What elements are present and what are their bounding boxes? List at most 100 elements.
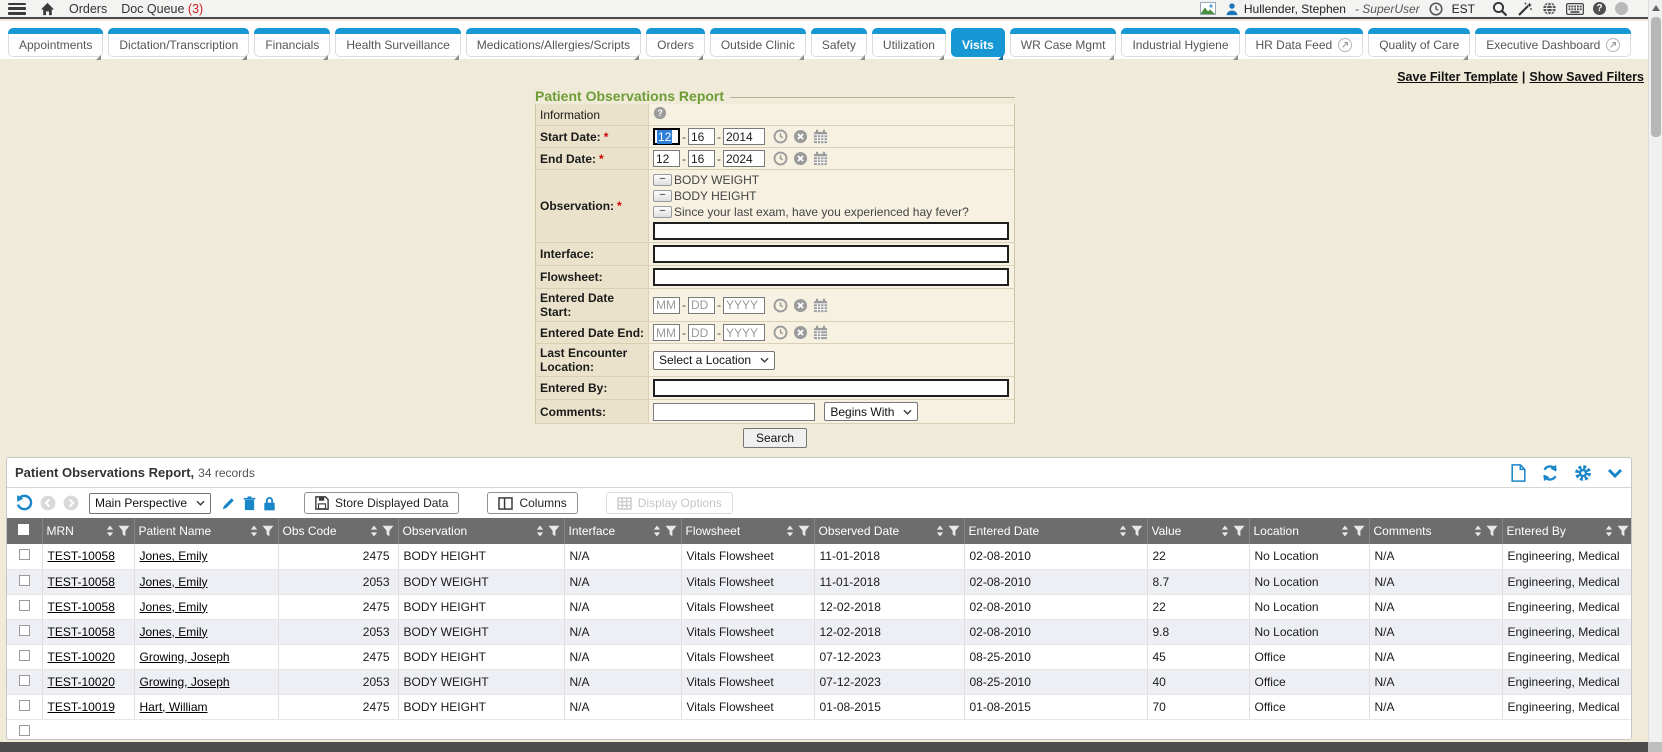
filter-icon[interactable] [798,525,810,537]
new-document-icon[interactable] [1511,464,1526,482]
filter-icon[interactable] [548,525,560,537]
module-tab[interactable]: Orders [646,28,705,57]
module-tab[interactable]: Executive Dashboard [1475,28,1631,57]
sort-icon[interactable] [1474,525,1482,537]
filter-icon[interactable] [948,525,960,537]
sort-icon[interactable] [1119,525,1127,537]
row-checkbox[interactable] [19,575,30,586]
patient-name-link[interactable]: Growing, Joseph [140,675,230,689]
patient-name-link[interactable]: Jones, Emily [140,575,208,589]
store-displayed-data-button[interactable]: Store Displayed Data [304,492,459,514]
clear-date-icon[interactable] [793,325,808,340]
image-icon[interactable] [1200,2,1216,15]
calendar-icon[interactable] [813,325,828,340]
column-header[interactable]: Comments [1369,518,1502,544]
module-tab[interactable]: Utilization [872,28,946,57]
patient-name-link[interactable]: Jones, Emily [140,625,208,639]
show-saved-filters-link[interactable]: Show Saved Filters [1529,70,1644,84]
flowsheet-input[interactable] [653,268,1009,286]
column-header[interactable]: MRN [42,518,134,544]
end-date-day-input[interactable]: 16 [688,150,715,167]
columns-button[interactable]: Columns [487,492,577,514]
module-tab[interactable]: WR Case Mgmt [1010,28,1117,57]
mrn-link[interactable]: TEST-10058 [48,575,115,589]
edit-perspective-icon[interactable] [221,496,236,511]
filter-icon[interactable] [1617,525,1629,537]
module-tab[interactable]: Financials [254,28,330,57]
calendar-icon[interactable] [813,298,828,313]
entered-start-month-input[interactable]: MM [653,297,680,314]
column-header[interactable]: Observation [398,518,564,544]
row-checkbox[interactable] [19,625,30,636]
home-icon[interactable] [40,2,55,16]
patient-name-link[interactable]: Jones, Emily [140,600,208,614]
patient-name-link[interactable]: Growing, Joseph [140,650,230,664]
filter-icon[interactable] [1486,525,1498,537]
mrn-link[interactable]: TEST-10058 [48,600,115,614]
sort-icon[interactable] [786,525,794,537]
delete-perspective-icon[interactable] [243,496,256,511]
start-date-month-input[interactable]: 12 [653,128,680,145]
column-header[interactable]: Obs Code [278,518,398,544]
user-menu[interactable]: Hullender, Stephen - SuperUser [1225,2,1420,16]
filter-icon[interactable] [665,525,677,537]
wand-icon[interactable] [1517,1,1533,17]
column-header[interactable]: Entered By [1502,518,1632,544]
module-tab[interactable]: Medications/Allergies/Scripts [466,28,641,57]
sort-icon[interactable] [250,525,258,537]
column-header[interactable]: Interface [564,518,681,544]
sort-icon[interactable] [536,525,544,537]
module-tab[interactable]: HR Data Feed [1245,28,1364,57]
location-select[interactable]: Select a Location [653,351,775,370]
row-checkbox[interactable] [19,600,30,611]
column-header[interactable]: Patient Name [134,518,278,544]
entered-end-day-input[interactable]: DD [688,324,715,341]
start-date-year-input[interactable]: 2014 [723,128,765,145]
module-tab[interactable]: Safety [811,28,867,57]
perspective-select[interactable]: Main Perspective [89,493,211,514]
search-button[interactable]: Search [743,428,807,448]
select-all-checkbox[interactable] [18,524,29,535]
horizontal-scrollbar[interactable] [0,742,1662,752]
filter-icon[interactable] [382,525,394,537]
time-picker-icon[interactable] [773,129,788,144]
sort-icon[interactable] [653,525,661,537]
remove-observation-button[interactable] [653,206,672,218]
keyboard-icon[interactable] [1566,3,1584,15]
remove-observation-button[interactable] [653,190,672,202]
mrn-link[interactable]: TEST-10019 [48,700,115,714]
entered-end-year-input[interactable]: YYYY [723,324,765,341]
module-tab[interactable]: Visits [951,28,1005,57]
prev-perspective-icon[interactable] [40,495,56,511]
column-header[interactable]: Flowsheet [681,518,814,544]
time-picker-icon[interactable] [773,325,788,340]
filter-icon[interactable] [1353,525,1365,537]
module-tab[interactable]: Quality of Care [1368,28,1470,57]
topbar-doc-queue-link[interactable]: Doc Queue (3) [121,2,203,16]
observation-search-input[interactable] [653,222,1009,240]
entered-by-input[interactable] [653,379,1009,397]
patient-name-link[interactable]: Jones, Emily [140,549,208,563]
row-checkbox[interactable] [19,549,30,560]
row-checkbox[interactable] [19,650,30,661]
filter-icon[interactable] [1131,525,1143,537]
comments-input[interactable] [653,403,815,421]
scroll-up-arrow-icon[interactable] [1652,5,1660,11]
time-picker-icon[interactable] [773,298,788,313]
lock-perspective-icon[interactable] [263,496,276,511]
column-header[interactable]: Entered Date [964,518,1147,544]
module-tab[interactable]: Health Surveillance [335,28,460,57]
mrn-link[interactable]: TEST-10020 [48,650,115,664]
sort-icon[interactable] [106,525,114,537]
remove-observation-button[interactable] [653,174,672,186]
gear-icon[interactable] [1574,464,1592,482]
globe-icon[interactable] [1542,1,1557,16]
column-header[interactable]: Value [1147,518,1249,544]
display-options-button[interactable]: Display Options [606,492,733,514]
sort-icon[interactable] [1341,525,1349,537]
vertical-scrollbar-thumb[interactable] [1651,17,1661,137]
save-filter-template-link[interactable]: Save Filter Template [1397,70,1518,84]
end-date-year-input[interactable]: 2024 [723,150,765,167]
filter-icon[interactable] [118,525,130,537]
column-header[interactable]: Location [1249,518,1369,544]
